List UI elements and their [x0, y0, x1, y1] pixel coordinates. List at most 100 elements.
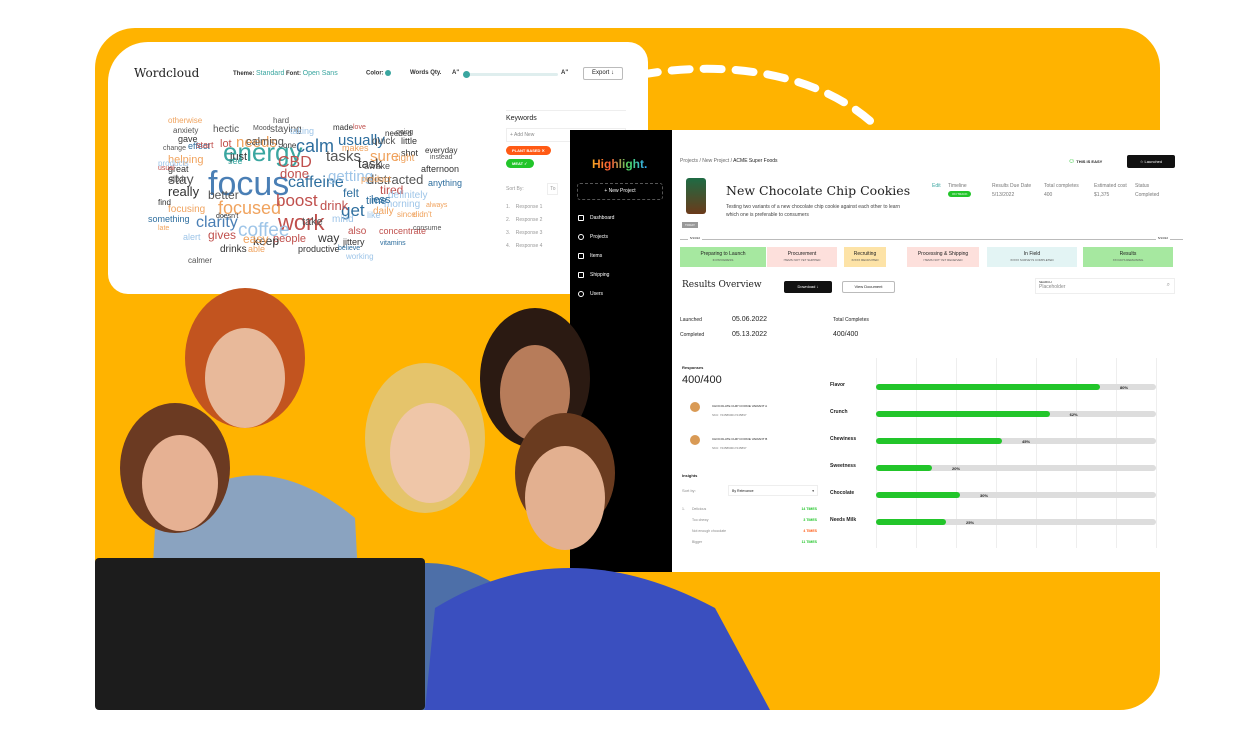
bar: [876, 465, 932, 471]
cloud-word: didn't: [413, 210, 432, 219]
team-photo: [95, 268, 770, 710]
total-label: Total Completes: [833, 317, 869, 323]
font-large-icon: A": [561, 70, 569, 76]
color-control[interactable]: Color:: [366, 70, 392, 77]
cloud-word: better: [208, 188, 239, 202]
words-qty-label: Words Qty.: [410, 70, 442, 76]
cloud-word: find: [158, 198, 171, 207]
cloud-word: quick: [372, 136, 396, 147]
dashboard-icon: [578, 215, 584, 221]
launched-button[interactable]: ☆ Launched: [1127, 155, 1175, 168]
cloud-word: doesn't: [216, 213, 239, 220]
stage-card[interactable]: In Field X/XXX SURVEYS COMPLETED: [987, 247, 1077, 267]
meta-status: Status Completed: [1135, 183, 1160, 198]
nav-projects[interactable]: Projects: [578, 234, 608, 240]
stage-name: Processing & Shipping: [917, 251, 969, 257]
search-icon: ⌕: [1166, 282, 1170, 288]
breadcrumb[interactable]: Projects / New Project / ACME Super Food…: [680, 158, 778, 164]
new-project-button[interactable]: + New Project: [577, 183, 663, 200]
search-input[interactable]: SEARCH Placeholder ⌕: [1035, 278, 1175, 294]
meta-due: Results Due Date 5/13/2022: [992, 183, 1032, 198]
nav-dashboard[interactable]: Dashboard: [578, 215, 614, 221]
cloud-word: mind: [332, 214, 354, 225]
bar-row: Crunch 62%: [830, 409, 1156, 419]
stage-card[interactable]: Processing & Shipping ITEMS NOT YET RECEI…: [907, 247, 979, 267]
color-swatch[interactable]: [385, 70, 392, 76]
cloud-word: take: [302, 216, 323, 228]
cloud-word: otherwise: [168, 116, 203, 125]
cloud-word: really: [168, 184, 200, 199]
meta-cost: Estimated cost $1,375: [1094, 183, 1127, 198]
stage-card[interactable]: Preparing to Launch IN PROGRESS: [680, 247, 766, 267]
items-icon: [578, 253, 584, 259]
sort-select[interactable]: To: [547, 183, 559, 195]
cloud-word: Mood: [253, 125, 271, 132]
chevron-down-icon: ▾: [812, 489, 814, 493]
stage-card[interactable]: Procurement ITEMS NOT YET SHIPPED: [767, 247, 837, 267]
cloud-word: also: [348, 226, 367, 237]
bar: [876, 384, 1100, 390]
bar-label: Chewiness: [830, 436, 857, 442]
theme-control[interactable]: Theme: Standard: [233, 70, 284, 77]
timeline-badge: ON TRACK: [948, 191, 972, 197]
font-control[interactable]: Font: Open Sans: [286, 70, 338, 77]
edit-link[interactable]: Edit: [932, 183, 941, 189]
cloud-word: start: [196, 140, 214, 150]
cloud-word: going: [396, 129, 414, 136]
bar-row: Chocolate 30%: [830, 490, 1156, 500]
wordcloud-title: Wordcloud: [134, 66, 200, 80]
cloud-word: late: [158, 225, 170, 232]
nav-items[interactable]: Items: [578, 253, 602, 259]
stage-name: In Field: [1023, 251, 1041, 257]
stage-sub: X/XXX SURVEYS COMPLETED: [1010, 258, 1054, 262]
bar-track: 45%: [876, 438, 1156, 444]
stage-name: Recruiting: [853, 251, 877, 257]
cloud-word: made: [333, 123, 354, 132]
today-marker: TODAY: [682, 222, 699, 228]
cloud-word: hard: [273, 116, 290, 125]
cloud-word: consume: [413, 225, 442, 232]
cloud-word: alert: [183, 232, 201, 242]
bar-row: Flavor 80%: [830, 382, 1156, 392]
view-document-button[interactable]: View Document: [842, 281, 895, 293]
bar-label: Needs Milk: [830, 517, 857, 523]
cloud-word: drinks: [220, 244, 247, 255]
download-button[interactable]: Download ↓: [784, 281, 832, 293]
stage-card[interactable]: Recruiting X/XXX RECRUITED: [844, 247, 886, 267]
cloud-word: hectic: [213, 124, 240, 135]
cloud-word: anything: [428, 178, 463, 188]
timeline-end: 5/13/22: [1156, 236, 1171, 240]
export-button[interactable]: Export ↓: [583, 67, 623, 80]
meta-timeline: Timeline ON TRACK: [948, 183, 972, 197]
bar-label: Flavor: [830, 382, 846, 388]
cloud-word: drink: [320, 198, 349, 213]
cloud-word: done: [280, 166, 309, 181]
cloud-word: always: [426, 202, 448, 209]
cloud-word: little: [401, 136, 418, 146]
cloud-word: less: [371, 194, 391, 206]
word-cloud: focus energy work calm CBD focused clarity coff…: [148, 117, 478, 292]
words-qty-slider[interactable]: [463, 71, 558, 78]
stage-card[interactable]: Results XX DAYS REMAINING: [1083, 247, 1173, 267]
bar-label: Chocolate: [830, 490, 855, 496]
logo: Highlight.: [592, 157, 648, 171]
bar: [876, 492, 960, 498]
keyword-tag[interactable]: MEAT ✓: [506, 159, 534, 168]
bar-track: 62%: [876, 411, 1156, 417]
keyword-tag[interactable]: PLANT BASED ✕: [506, 146, 551, 155]
wordcloud-card: Wordcloud Theme: Standard Font: Open San…: [108, 42, 648, 294]
bar-track: 30%: [876, 492, 1156, 498]
bar-value-label: 20%: [952, 466, 961, 471]
bar-track: 80%: [876, 384, 1156, 390]
stage-sub: ITEMS NOT YET SHIPPED: [783, 258, 821, 262]
cloud-word: afternoon: [421, 164, 460, 174]
project-description: Testing two variants of a new chocolate …: [726, 204, 900, 218]
meta-completes: Total completes 400: [1044, 183, 1079, 198]
stage-sub: ITEMS NOT YET RECEIVED: [923, 258, 963, 262]
stage-sub: XX DAYS REMAINING: [1112, 258, 1144, 262]
stage-sub: IN PROGRESS: [712, 258, 734, 262]
timeline-line: [680, 239, 1183, 240]
bar-row: Sweetness 20%: [830, 463, 1156, 473]
bar-value-label: 30%: [980, 493, 989, 498]
computer-monitor: [95, 558, 425, 710]
